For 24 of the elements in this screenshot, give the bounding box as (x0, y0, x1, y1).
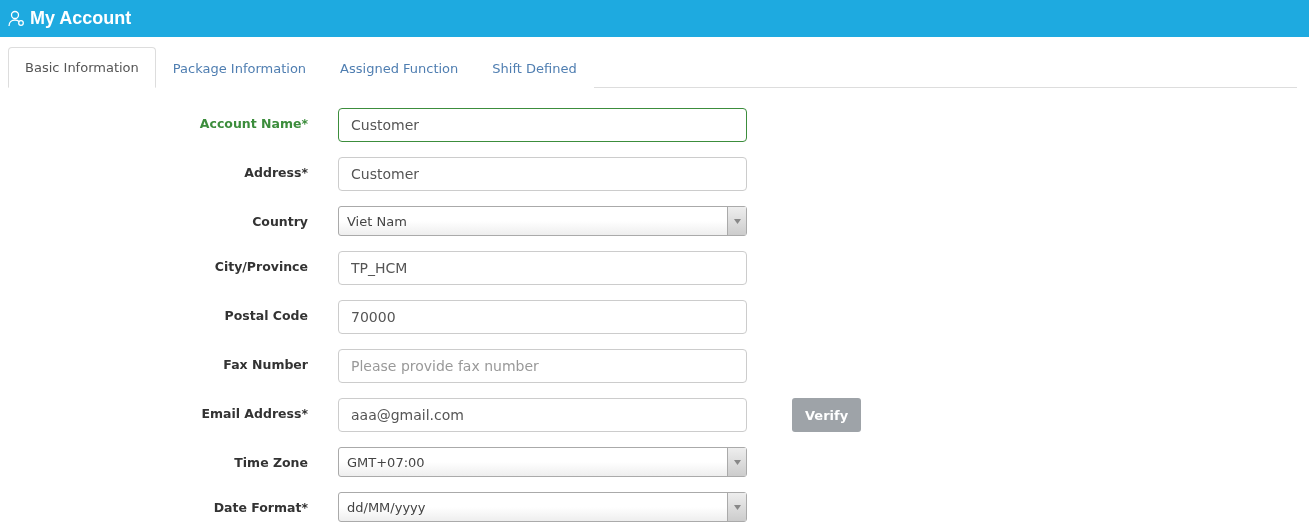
dropdown[interactable]: GMT+07:00 (338, 447, 747, 477)
field-label: Time Zone (233, 454, 308, 470)
caret-icon (733, 504, 741, 510)
field-label: Country (251, 213, 308, 229)
input-field[interactable]: TP_HCM (338, 251, 747, 285)
caret-icon (733, 459, 741, 465)
field-label: Fax Number (222, 356, 308, 372)
dropdown[interactable]: dd/MM/yyyy (338, 492, 747, 522)
field-label: Date Format* (212, 499, 308, 515)
input-field[interactable]: Customer (338, 157, 747, 191)
user-settings-icon (8, 10, 25, 27)
input-field[interactable]: 70000 (338, 300, 747, 334)
input-field[interactable]: aaa@gmail.com (338, 398, 747, 432)
input-field[interactable]: Customer (338, 108, 747, 142)
caret-icon (733, 218, 741, 224)
field-label: Address* (243, 164, 308, 180)
field-label: Email Address* (200, 405, 308, 421)
field-label: City/Province (213, 258, 308, 274)
input-field[interactable]: Please provide fax number (338, 349, 747, 383)
dropdown[interactable]: Viet Nam (338, 206, 747, 236)
field-label: Postal Code (223, 307, 308, 323)
page-title: My Account (30, 8, 132, 29)
tab[interactable]: Basic Information (8, 47, 156, 88)
field-label: Account Name* (198, 115, 308, 131)
